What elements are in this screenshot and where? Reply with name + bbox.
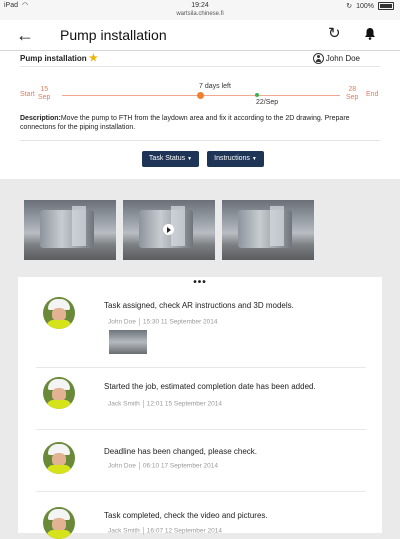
battery-icon [378,2,394,10]
days-left-label: 7 days left [199,83,231,90]
feed-message: Deadline has been changed, please check. [104,447,257,456]
activity-feed: ••• Task assigned, check AR instructions… [18,277,382,539]
assignee-name: John Doe [325,54,360,63]
star-icon[interactable]: ★ [89,53,98,64]
feed-message: Started the job, estimated completion da… [104,382,316,391]
avatar [43,297,75,329]
task-status-label: Task Status [148,155,186,162]
feed-author: John Doe [108,318,136,326]
more-options-icon[interactable]: ••• [18,277,382,288]
rotation-lock-icon: ↻ [346,3,353,10]
timeline-end-day: 28 [348,86,357,93]
divider [20,140,380,141]
attachment-thumbnail[interactable] [109,330,147,354]
play-icon[interactable] [163,224,174,235]
status-right: ↻ 100% [346,2,394,10]
feed-timestamp: 06:10 17 September 2014 [142,462,218,470]
photo-thumbnail[interactable] [24,200,116,260]
page-url: wartsila.chinese.fi [176,11,224,17]
divider [20,66,380,67]
bell-icon[interactable] [364,27,376,45]
description-label: Description: [20,115,61,122]
battery-percent: 100% [356,2,374,10]
app-header: ← Pump installation ↻ [0,20,400,51]
feed-meta: John Doe 06:10 17 September 2014 [108,462,218,470]
progress-marker [197,92,204,99]
photo-thumbnail[interactable] [222,200,314,260]
task-panel: Pump installation ★ John Doe Start 15 Se… [0,51,400,179]
timeline-start-label: Start [20,91,35,98]
person-icon [312,53,324,64]
status-time: 19:24 [191,2,209,9]
task-timeline: Start 15 Sep 7 days left 22/Sep 28 Sep E… [0,78,400,108]
divider [36,367,366,368]
refresh-icon[interactable]: ↻ [328,24,341,42]
page-title: Pump installation [60,27,167,43]
task-name-row: Pump installation ★ [20,53,98,64]
avatar [43,442,75,474]
timeline-start-month: Sep [38,94,51,101]
caret-down-icon: ▼ [187,156,193,162]
due-date-label: 22/Sep [256,99,279,106]
due-date-marker [255,93,259,97]
feed-meta: John Doe 15:30 11 September 2014 [108,318,218,326]
avatar [43,507,75,539]
divider [36,429,366,430]
feed-timestamp: 12:01 15 September 2014 [146,400,222,408]
task-status-button[interactable]: Task Status ▼ [142,151,199,167]
feed-message: Task assigned, check AR instructions and… [104,301,294,310]
feed-author: John Doe [108,462,136,470]
feed-meta: Jack Smith 12:01 15 September 2014 [108,400,222,408]
divider [36,491,366,492]
feed-author: Jack Smith [108,400,140,408]
task-description: Description:Move the pump to FTH from th… [20,114,380,132]
feed-author: Jack Smith [108,527,140,535]
feed-timestamp: 16:07 12 September 2014 [146,527,222,535]
feed-message: Task completed, check the video and pict… [104,511,268,520]
status-bar: iPad ◠ 19:24 wartsila.chinese.fi ↻ 100% [0,0,400,20]
video-thumbnail[interactable] [123,200,215,260]
assignee: John Doe [312,53,360,64]
back-arrow-icon[interactable]: ← [16,25,34,46]
feed-timestamp: 15:30 11 September 2014 [142,318,218,326]
description-text: Move the pump to FTH from the laydown ar… [20,115,350,131]
timeline-start-date: 15 Sep [38,86,50,102]
timeline-start-day: 15 [40,86,49,93]
caret-down-icon: ▼ [251,156,257,162]
timeline-end-label: End [366,91,379,98]
avatar [43,377,75,409]
timeline-end-month: Sep [346,94,359,101]
feed-meta: Jack Smith 16:07 12 September 2014 [108,527,222,535]
instructions-button[interactable]: Instructions ▼ [207,151,264,167]
instructions-label: Instructions [214,155,250,162]
task-name: Pump installation [20,54,87,63]
timeline-end-date: 28 Sep [346,86,358,102]
